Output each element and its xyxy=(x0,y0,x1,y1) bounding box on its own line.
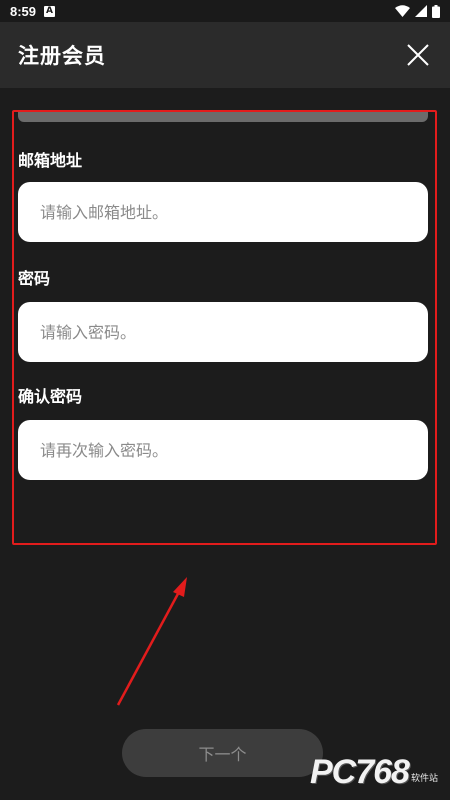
page-title: 注册会员 xyxy=(18,44,106,68)
email-field[interactable] xyxy=(18,182,428,242)
app-header: 注册会员 xyxy=(0,22,450,88)
wifi-icon xyxy=(395,5,410,17)
notification-a-icon: A xyxy=(44,5,56,17)
close-button[interactable] xyxy=(406,43,430,67)
next-button[interactable]: 下一个 xyxy=(122,729,323,777)
password-label: 密码 xyxy=(18,269,51,288)
signal-icon xyxy=(415,5,427,17)
watermark-text: PC768 xyxy=(310,753,410,791)
status-icons xyxy=(395,4,440,18)
status-time: 8:59 xyxy=(10,3,37,19)
watermark-sub: 软件站 xyxy=(410,774,438,784)
close-icon xyxy=(407,44,429,66)
status-bar: 8:59 A xyxy=(0,0,450,22)
confirm-password-label: 确认密码 xyxy=(18,387,83,406)
progress-bar xyxy=(18,112,428,122)
password-field[interactable] xyxy=(18,302,428,362)
registration-form: 邮箱地址 密码 确认密码 xyxy=(18,112,428,480)
email-label: 邮箱地址 xyxy=(18,151,83,170)
battery-icon xyxy=(432,4,440,18)
watermark-logo: PC768 软件站 xyxy=(310,752,438,792)
confirm-password-field[interactable] xyxy=(18,420,428,480)
